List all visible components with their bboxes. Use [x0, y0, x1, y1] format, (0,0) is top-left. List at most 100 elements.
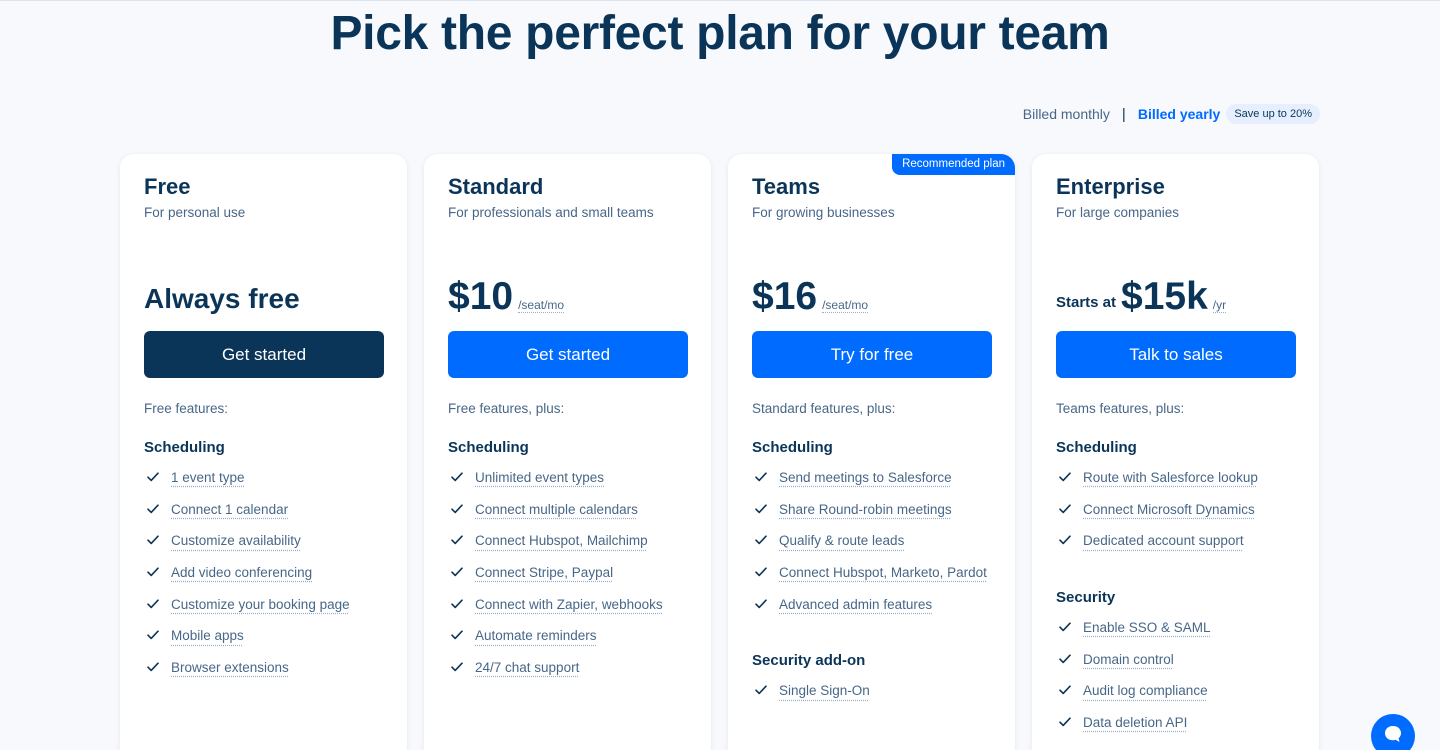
feature-label[interactable]: Share Round-robin meetings	[779, 500, 952, 519]
check-icon	[755, 471, 767, 483]
feature-label[interactable]: Customize availability	[171, 531, 301, 550]
feature-list: Route with Salesforce lookup Connect Micr…	[1056, 468, 1295, 563]
feature-label[interactable]: Domain control	[1083, 650, 1174, 669]
price-unit[interactable]: /seat/mo	[518, 298, 565, 313]
feature-label[interactable]: Route with Salesforce lookup	[1083, 468, 1258, 487]
plan-description: For personal use	[144, 205, 246, 220]
feature-item: Automate reminders	[448, 626, 687, 658]
feature-label[interactable]: Send meetings to Salesforce	[779, 468, 952, 487]
chat-bubble-icon	[1382, 723, 1404, 750]
check-icon	[147, 534, 159, 546]
feature-item: Audit log compliance	[1056, 681, 1295, 713]
feature-label[interactable]: Dedicated account support	[1083, 531, 1244, 550]
feature-item: 1 event type	[144, 468, 383, 500]
feature-label[interactable]: Connect with Zapier, webhooks	[475, 595, 663, 614]
plan-card-teams: Recommended plan Teams For growing busin…	[728, 154, 1015, 750]
feature-label[interactable]: Mobile apps	[171, 626, 244, 645]
check-icon	[755, 598, 767, 610]
feature-list: Unlimited event types Connect multiple ca…	[448, 468, 687, 690]
feature-item: Route with Salesforce lookup	[1056, 468, 1295, 500]
get-started-button[interactable]: Get started	[144, 331, 384, 378]
check-icon	[451, 503, 463, 515]
price-amount: $10	[448, 275, 514, 318]
feature-label[interactable]: Browser extensions	[171, 658, 289, 677]
chat-launcher-button[interactable]	[1371, 714, 1415, 750]
plan-name: Free	[144, 174, 191, 199]
price-row: Starts at $15k /yr	[1056, 267, 1295, 319]
feature-label[interactable]: Data deletion API	[1083, 713, 1187, 732]
feature-list: Single Sign-On	[752, 681, 991, 713]
check-icon	[147, 503, 159, 515]
price-unit[interactable]: /seat/mo	[822, 298, 869, 313]
feature-label[interactable]: Add video conferencing	[171, 563, 312, 582]
page-title: Pick the perfect plan for your team	[330, 7, 1110, 60]
check-icon	[147, 661, 159, 673]
price-unit[interactable]: /yr	[1212, 298, 1227, 313]
check-icon	[1059, 534, 1071, 546]
feature-item: Connect Microsoft Dynamics	[1056, 500, 1295, 532]
price-amount: $16	[752, 275, 818, 318]
price-prefix: Starts at	[1056, 294, 1117, 311]
try-for-free-button[interactable]: Try for free	[752, 331, 992, 378]
check-icon	[1059, 684, 1071, 696]
feature-item: Data deletion API	[1056, 713, 1295, 745]
feature-item: Enable SSO & SAML	[1056, 618, 1295, 650]
price-text: Always free	[144, 283, 300, 314]
feature-item: Connect Hubspot, Mailchimp	[448, 531, 687, 563]
feature-section-title: Security	[1056, 589, 1116, 607]
feature-item: Advanced admin features	[752, 595, 991, 627]
recommended-plan-ribbon: Recommended plan	[892, 154, 1015, 175]
feature-item: Mobile apps	[144, 626, 383, 658]
feature-label[interactable]: 1 event type	[171, 468, 245, 487]
check-icon	[1059, 621, 1071, 633]
check-icon	[755, 684, 767, 696]
talk-to-sales-button[interactable]: Talk to sales	[1056, 331, 1296, 378]
feature-item: Domain control	[1056, 650, 1295, 682]
feature-label[interactable]: Connect Hubspot, Marketo, Pardot	[779, 563, 987, 582]
check-icon	[451, 629, 463, 641]
plan-description: For large companies	[1056, 205, 1180, 220]
top-divider	[0, 0, 1440, 1]
feature-item: Connect with Zapier, webhooks	[448, 595, 687, 627]
billed-yearly-option[interactable]: Billed yearly	[1138, 106, 1221, 122]
plan-card-enterprise: Enterprise For large companies Starts at…	[1032, 154, 1319, 750]
check-icon	[451, 534, 463, 546]
check-icon	[451, 471, 463, 483]
features-intro: Standard features, plus:	[752, 401, 896, 416]
feature-label[interactable]: Audit log compliance	[1083, 681, 1208, 700]
feature-label[interactable]: Automate reminders	[475, 626, 597, 645]
feature-label[interactable]: Qualify & route leads	[779, 531, 904, 550]
get-started-button[interactable]: Get started	[448, 331, 688, 378]
features-intro: Free features:	[144, 401, 229, 416]
feature-label[interactable]: Connect Hubspot, Mailchimp	[475, 531, 648, 550]
check-icon	[1059, 653, 1071, 665]
feature-item: Customize your booking page	[144, 595, 383, 627]
feature-label[interactable]: 24/7 chat support	[475, 658, 579, 677]
save-badge: Save up to 20%	[1226, 104, 1320, 124]
feature-item: Customize availability	[144, 531, 383, 563]
feature-label[interactable]: Connect multiple calendars	[475, 500, 638, 519]
feature-label[interactable]: Advanced admin features	[779, 595, 932, 614]
price-row: $16 /seat/mo	[752, 267, 991, 319]
check-icon	[451, 661, 463, 673]
feature-label[interactable]: Single Sign-On	[779, 681, 870, 700]
feature-label[interactable]: Customize your booking page	[171, 595, 350, 614]
check-icon	[1059, 716, 1071, 728]
feature-label[interactable]: Connect 1 calendar	[171, 500, 288, 519]
feature-label[interactable]: Connect Stripe, Paypal	[475, 563, 613, 582]
check-icon	[1059, 471, 1071, 483]
feature-label[interactable]: Enable SSO & SAML	[1083, 618, 1211, 637]
feature-section-title: Security add-on	[752, 652, 866, 670]
feature-list: Send meetings to Salesforce Share Round-r…	[752, 468, 991, 626]
feature-list: Enable SSO & SAML Domain control Audit log…	[1056, 618, 1295, 745]
check-icon	[147, 629, 159, 641]
billed-monthly-option[interactable]: Billed monthly	[1023, 106, 1110, 122]
price-row: $10 /seat/mo	[448, 267, 687, 319]
feature-label[interactable]: Connect Microsoft Dynamics	[1083, 500, 1255, 519]
feature-item: Dedicated account support	[1056, 531, 1295, 563]
feature-section-title: Scheduling	[1056, 439, 1137, 456]
feature-item: Connect Stripe, Paypal	[448, 563, 687, 595]
feature-item: 24/7 chat support	[448, 658, 687, 690]
feature-item: Add video conferencing	[144, 563, 383, 595]
feature-label[interactable]: Unlimited event types	[475, 468, 604, 487]
